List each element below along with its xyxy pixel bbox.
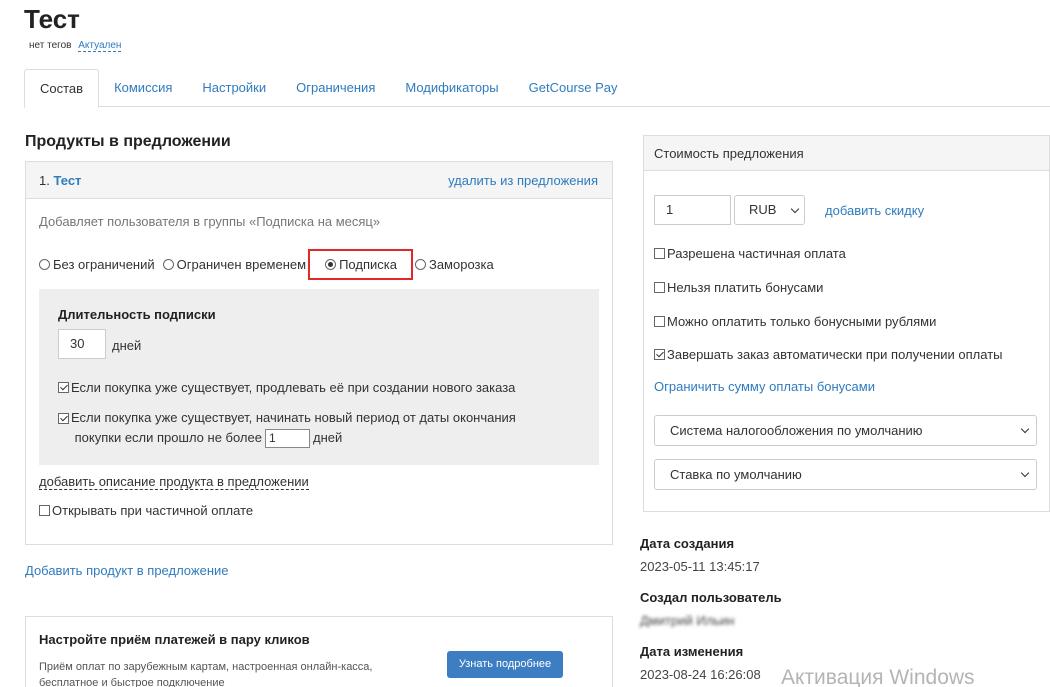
tags-label: нет тегов (29, 40, 72, 51)
radio-label: Заморозка (428, 257, 494, 272)
modified-date-label: Дата изменения (640, 644, 744, 659)
checkbox-label: Завершать заказ автоматически при получе… (667, 347, 1003, 362)
tab-modifiers[interactable]: Модификаторы (390, 69, 513, 107)
radio-label: Подписка (339, 257, 397, 272)
extend-purchase-checkbox[interactable]: Если покупка уже существует, продлевать … (58, 380, 515, 395)
tax-system-value: Система налогообложения по умолчанию (670, 423, 923, 438)
modified-date-value: 2023-08-24 16:26:08 (640, 667, 761, 682)
no-bonus-checkbox[interactable]: Нельзя платить бонусами (654, 280, 823, 295)
windows-activation-watermark: Активация Windows (781, 666, 975, 687)
checkbox-icon (654, 248, 665, 259)
price-panel: Стоимость предложения 1 RUB добавить ски… (643, 135, 1050, 512)
checkbox-checked-icon (654, 349, 665, 360)
new-period-checkbox[interactable]: Если покупка уже существует, начинать но… (58, 408, 516, 449)
product-name-link[interactable]: Тест (53, 173, 81, 188)
checkbox-icon (654, 316, 665, 327)
tax-system-select[interactable]: Система налогообложения по умолчанию (654, 415, 1037, 446)
subscription-duration-input[interactable]: 30 (58, 329, 106, 359)
creator-label: Создал пользователь (640, 590, 782, 605)
currency-value: RUB (749, 202, 777, 217)
checkbox-label: Разрешена частичная оплата (667, 246, 846, 261)
tab-restrictions[interactable]: Ограничения (281, 69, 390, 107)
new-period-text-line2: покупки если прошло не более 1 дней (71, 429, 343, 449)
learn-more-button[interactable]: Узнать подробнее (447, 651, 563, 678)
checkbox-checked-icon (58, 413, 69, 424)
new-period-text: покупки если прошло не более (74, 430, 262, 445)
open-on-partial-checkbox[interactable]: Открывать при частичной оплате (39, 503, 253, 518)
new-period-unit: дней (312, 430, 343, 445)
checkbox-label: Если покупка уже существует, начинать но… (71, 408, 516, 449)
promo-text: Приём оплат по зарубежным картам, настро… (39, 661, 373, 687)
limit-bonus-link[interactable]: Ограничить сумму оплаты бонусами (654, 379, 875, 394)
promo-title: Настройте приём платежей в пару кликов (39, 632, 310, 647)
radio-circle-icon (162, 259, 174, 270)
subscription-duration-title: Длительность подписки (58, 307, 216, 322)
tab-composition[interactable]: Состав (24, 69, 100, 108)
add-product-link[interactable]: Добавить продукт в предложение (25, 563, 229, 578)
radio-circle-icon (414, 259, 426, 270)
tab-commission[interactable]: Комиссия (99, 69, 187, 107)
bonus-only-checkbox[interactable]: Можно оплатить только бонусными рублями (654, 314, 936, 329)
created-date-value: 2023-05-11 13:45:17 (640, 559, 760, 574)
chevron-down-icon (1020, 468, 1030, 478)
title-meta: нет тегов Актуален (29, 40, 122, 52)
radio-freeze[interactable]: Заморозка (414, 257, 494, 272)
partial-payment-checkbox[interactable]: Разрешена частичная оплата (654, 246, 846, 261)
checkbox-label: Если покупка уже существует, продлевать … (71, 380, 516, 395)
add-description-link[interactable]: добавить описание продукта в предложении (39, 474, 309, 490)
checkbox-label: Нельзя платить бонусами (667, 280, 824, 295)
checkbox-icon (654, 282, 665, 293)
payment-promo: Настройте приём платежей в пару кликов П… (25, 616, 613, 687)
subscription-settings: Длительность подписки 30 дней Если покуп… (39, 289, 599, 465)
radio-time-limited[interactable]: Ограничен временем (162, 257, 307, 272)
tax-rate-value: Ставка по умолчанию (670, 467, 802, 482)
tab-settings[interactable]: Настройки (187, 69, 281, 107)
add-discount-link[interactable]: добавить скидку (825, 203, 924, 218)
tax-rate-select[interactable]: Ставка по умолчанию (654, 459, 1037, 490)
price-panel-title: Стоимость предложения (644, 136, 1049, 171)
status-link[interactable]: Актуален (78, 40, 122, 52)
product-title: 1. Тест (39, 173, 81, 188)
created-date-label: Дата создания (640, 536, 735, 551)
new-period-days-input[interactable]: 1 (264, 429, 310, 449)
product-description: Добавляет пользователя в группы «Подписк… (39, 214, 381, 229)
tab-bar: Состав Комиссия Настройки Ограничения Мо… (24, 69, 1050, 108)
page-title: Тест (24, 4, 80, 34)
products-section-title: Продукты в предложении (25, 133, 231, 150)
radio-circle-selected-icon (325, 259, 337, 270)
checkbox-checked-icon (58, 382, 69, 393)
remove-product-link[interactable]: удалить из предложения (448, 173, 598, 188)
access-type-radios: Без ограничений Ограничен временем Подпи… (39, 249, 502, 280)
product-header: 1. Тест удалить из предложения (26, 162, 612, 199)
chevron-down-icon (1020, 424, 1030, 434)
new-period-text-line1: Если покупка уже существует, начинать но… (71, 410, 516, 425)
currency-select[interactable]: RUB (734, 195, 805, 225)
radio-unlimited[interactable]: Без ограничений (39, 257, 155, 272)
price-amount-input[interactable]: 1 (654, 195, 731, 225)
radio-circle-icon (39, 259, 50, 270)
tab-getcourse-pay[interactable]: GetCourse Pay (514, 69, 633, 107)
chevron-down-icon (790, 204, 800, 214)
duration-unit-label: дней (112, 338, 142, 353)
product-panel: 1. Тест удалить из предложения Добавляет… (25, 161, 613, 545)
checkbox-label: Можно оплатить только бонусными рублями (667, 314, 937, 329)
auto-complete-checkbox[interactable]: Завершать заказ автоматически при получе… (654, 347, 1003, 362)
creator-value[interactable]: Дмитрий Ильин (640, 613, 734, 628)
checkbox-label: Открывать при частичной оплате (52, 503, 254, 518)
checkbox-icon (39, 505, 50, 516)
radio-label: Ограничен временем (176, 257, 307, 272)
radio-label: Без ограничений (53, 257, 155, 272)
radio-subscription[interactable]: Подписка (308, 249, 413, 280)
product-number: 1. (39, 173, 50, 188)
